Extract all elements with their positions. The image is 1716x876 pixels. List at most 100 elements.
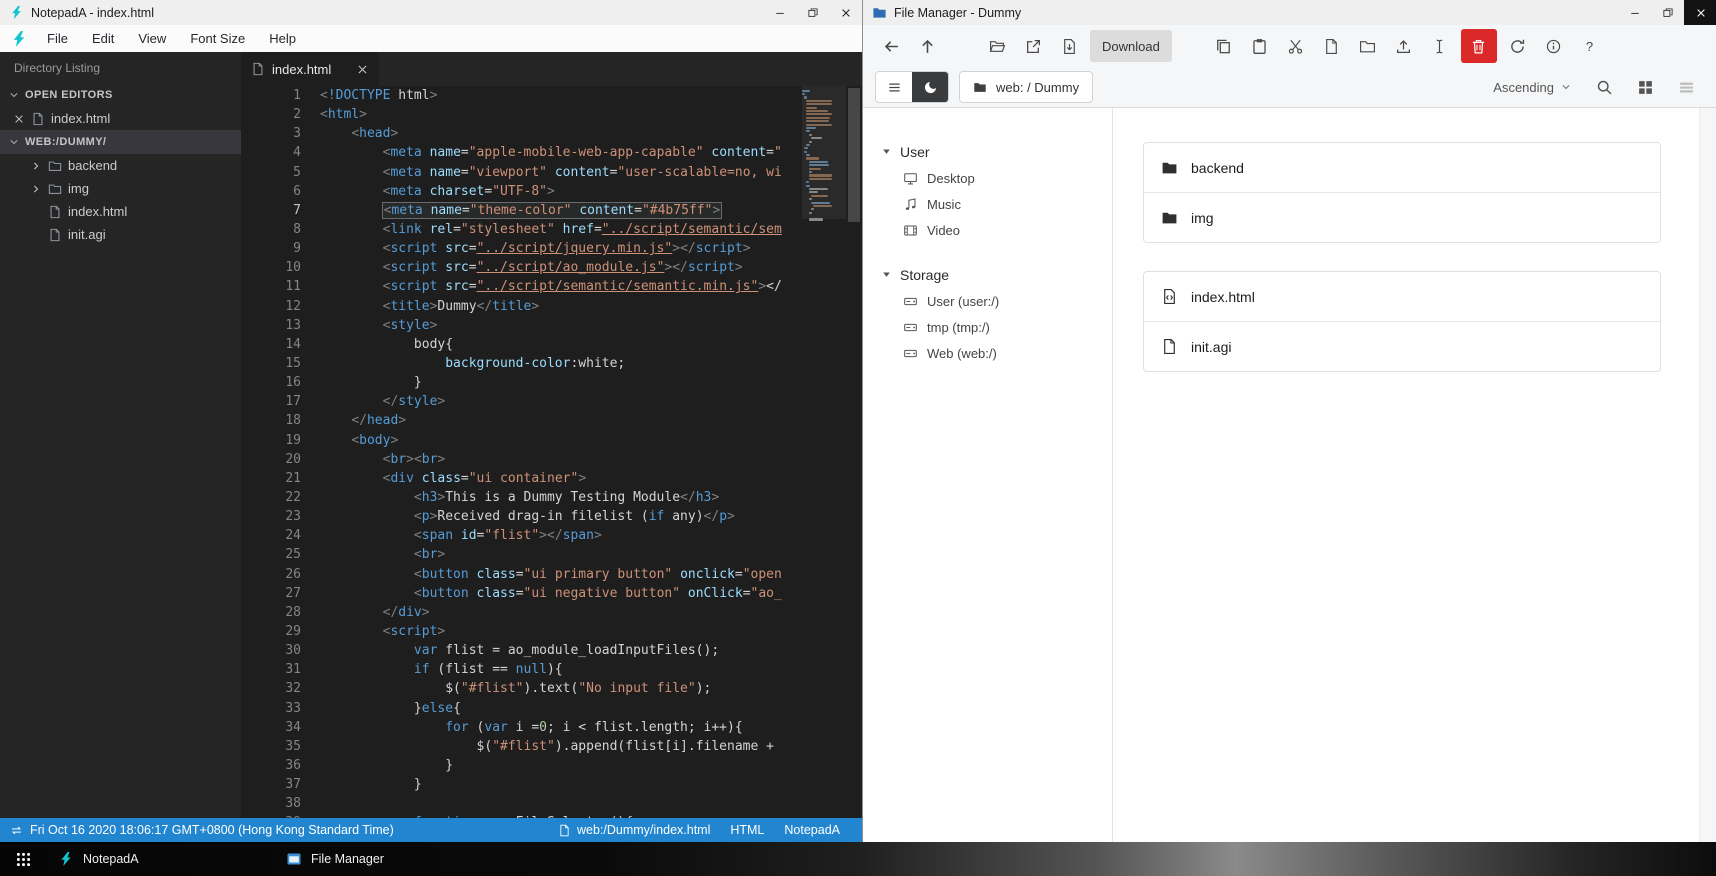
- code-line[interactable]: </div>: [316, 603, 802, 622]
- search-icon[interactable]: [1596, 79, 1613, 96]
- new-folder-button[interactable]: [1350, 29, 1386, 63]
- tree-item-indexhtml[interactable]: index.html: [0, 200, 241, 223]
- code-line[interactable]: <meta name="theme-color" content="#4b75f…: [316, 201, 802, 220]
- delete-button[interactable]: [1460, 29, 1497, 63]
- up-button[interactable]: [909, 29, 945, 63]
- copy-button[interactable]: [1206, 29, 1242, 63]
- grid-view-icon[interactable]: [1637, 79, 1654, 96]
- sidebar-item-video[interactable]: Video: [863, 217, 1112, 243]
- taskbar-item-notepada[interactable]: NotepadA: [46, 842, 274, 876]
- fm-scrollbar[interactable]: [1699, 108, 1716, 842]
- menu-help[interactable]: Help: [258, 27, 307, 50]
- code-area[interactable]: <!DOCTYPE html> <html> <head> <meta name=…: [316, 86, 802, 818]
- code-line[interactable]: for (var i =0; i < flist.length; i++){: [316, 718, 802, 737]
- breadcrumb[interactable]: web: / Dummy: [959, 71, 1094, 103]
- menu-font-size[interactable]: Font Size: [179, 27, 256, 50]
- file-row-initagi[interactable]: init.agi: [1144, 321, 1660, 371]
- code-line[interactable]: background-color:white;: [316, 354, 802, 373]
- open-button[interactable]: [979, 29, 1015, 63]
- code-line[interactable]: <html>: [316, 105, 802, 124]
- code-line[interactable]: </head>: [316, 411, 802, 430]
- code-line[interactable]: <meta charset="UTF-8">: [316, 182, 802, 201]
- close-editor-icon[interactable]: [13, 113, 25, 125]
- scrollbar-thumb[interactable]: [848, 88, 860, 222]
- list-view-icon[interactable]: [1678, 79, 1695, 96]
- code-line[interactable]: <button class="ui primary button" onclic…: [316, 565, 802, 584]
- sidebar-header-storage[interactable]: Storage: [863, 261, 1112, 288]
- file-row-indexhtml[interactable]: index.html: [1144, 272, 1660, 321]
- menu-edit[interactable]: Edit: [81, 27, 125, 50]
- code-line[interactable]: body{: [316, 335, 802, 354]
- code-line[interactable]: }else{: [316, 699, 802, 718]
- code-line[interactable]: <head>: [316, 124, 802, 143]
- code-line[interactable]: $("#flist").text("No input file");: [316, 679, 802, 698]
- code-line[interactable]: <script src="../script/semantic/semantic…: [316, 277, 802, 296]
- minimize-button[interactable]: [1618, 0, 1651, 25]
- code-line[interactable]: }: [316, 756, 802, 775]
- code-line[interactable]: function openFileSelector(){: [316, 813, 802, 818]
- code-line[interactable]: <p>Received drag-in filelist (if any)</p…: [316, 507, 802, 526]
- code-line[interactable]: <br><br>: [316, 450, 802, 469]
- code-line[interactable]: }: [316, 775, 802, 794]
- code-line[interactable]: <h3>This is a Dummy Testing Module</h3>: [316, 488, 802, 507]
- upload-button[interactable]: [1386, 29, 1422, 63]
- refresh-button[interactable]: [1500, 29, 1536, 63]
- code-line[interactable]: <title>Dummy</title>: [316, 297, 802, 316]
- file-row-img[interactable]: img: [1144, 192, 1660, 242]
- close-button[interactable]: [829, 0, 862, 25]
- app-launcher-button[interactable]: [0, 842, 46, 876]
- tree-item-img[interactable]: img: [0, 177, 241, 200]
- tree-item-backend[interactable]: backend: [0, 154, 241, 177]
- download-button[interactable]: Download: [1090, 30, 1172, 62]
- sidebar-item-desktop[interactable]: Desktop: [863, 165, 1112, 191]
- workspace-section[interactable]: WEB:/DUMMY/: [0, 130, 241, 154]
- file-row-backend[interactable]: backend: [1144, 143, 1660, 192]
- open-editors-section[interactable]: OPEN EDITORS: [0, 83, 241, 107]
- sort-dropdown[interactable]: Ascending: [1493, 80, 1572, 95]
- code-line[interactable]: <span id="flist"></span>: [316, 526, 802, 545]
- tree-item-initagi[interactable]: init.agi: [0, 223, 241, 246]
- new-file-button[interactable]: [1314, 29, 1350, 63]
- restore-button[interactable]: [1651, 0, 1684, 25]
- close-button[interactable]: [1684, 0, 1716, 25]
- tab-close-icon[interactable]: [356, 63, 369, 76]
- code-line[interactable]: <style>: [316, 316, 802, 335]
- code-line[interactable]: <!DOCTYPE html>: [316, 86, 802, 105]
- sidebar-item-web-drive[interactable]: Web (web:/): [863, 340, 1112, 366]
- code-line[interactable]: <script src="../script/jquery.min.js"></…: [316, 239, 802, 258]
- code-line[interactable]: <button class="ui negative button" onCli…: [316, 584, 802, 603]
- open-editor-item[interactable]: index.html: [0, 107, 241, 130]
- sidebar-header-user[interactable]: User: [863, 138, 1112, 165]
- sidebar-item-tmp-drive[interactable]: tmp (tmp:/): [863, 314, 1112, 340]
- code-line[interactable]: <script src="../script/ao_module.js"></s…: [316, 258, 802, 277]
- file-manager-titlebar[interactable]: File Manager - Dummy: [863, 0, 1716, 25]
- menu-file[interactable]: File: [36, 27, 79, 50]
- code-line[interactable]: $("#flist").append(flist[i].filename +: [316, 737, 802, 756]
- code-line[interactable]: </style>: [316, 392, 802, 411]
- open-in-new-window-button[interactable]: [1015, 29, 1051, 63]
- code-line[interactable]: <body>: [316, 431, 802, 450]
- code-line[interactable]: <meta name="apple-mobile-web-app-capable…: [316, 143, 802, 162]
- taskbar-item-filemanager[interactable]: File Manager: [274, 842, 502, 876]
- code-line[interactable]: [316, 794, 802, 813]
- rename-button[interactable]: [1422, 29, 1458, 63]
- tab-indexhtml[interactable]: index.html: [241, 52, 379, 86]
- menu-view[interactable]: View: [127, 27, 177, 50]
- code-line[interactable]: var flist = ao_module_loadInputFiles();: [316, 641, 802, 660]
- back-button[interactable]: [873, 29, 909, 63]
- notepada-titlebar[interactable]: NotepadA - index.html: [0, 0, 862, 25]
- code-line[interactable]: <script>: [316, 622, 802, 641]
- dark-mode-toggle[interactable]: [912, 72, 948, 102]
- paste-button[interactable]: [1242, 29, 1278, 63]
- editor-scrollbar[interactable]: [846, 86, 862, 818]
- code-line[interactable]: <link rel="stylesheet" href="../script/s…: [316, 220, 802, 239]
- sidebar-item-music[interactable]: Music: [863, 191, 1112, 217]
- cut-button[interactable]: [1278, 29, 1314, 63]
- menu-toggle-button[interactable]: [876, 72, 912, 102]
- code-editor[interactable]: 1 2 3 4 5 6 7 8 9 10 11 12 13 14 15 16 17 18 19 20 21 22 23 24 2…: [241, 86, 862, 818]
- code-line[interactable]: }: [316, 373, 802, 392]
- code-line[interactable]: if (flist == null){: [316, 660, 802, 679]
- restore-button[interactable]: [796, 0, 829, 25]
- code-line[interactable]: <meta name="viewport" content="user-scal…: [316, 163, 802, 182]
- code-line[interactable]: <br>: [316, 545, 802, 564]
